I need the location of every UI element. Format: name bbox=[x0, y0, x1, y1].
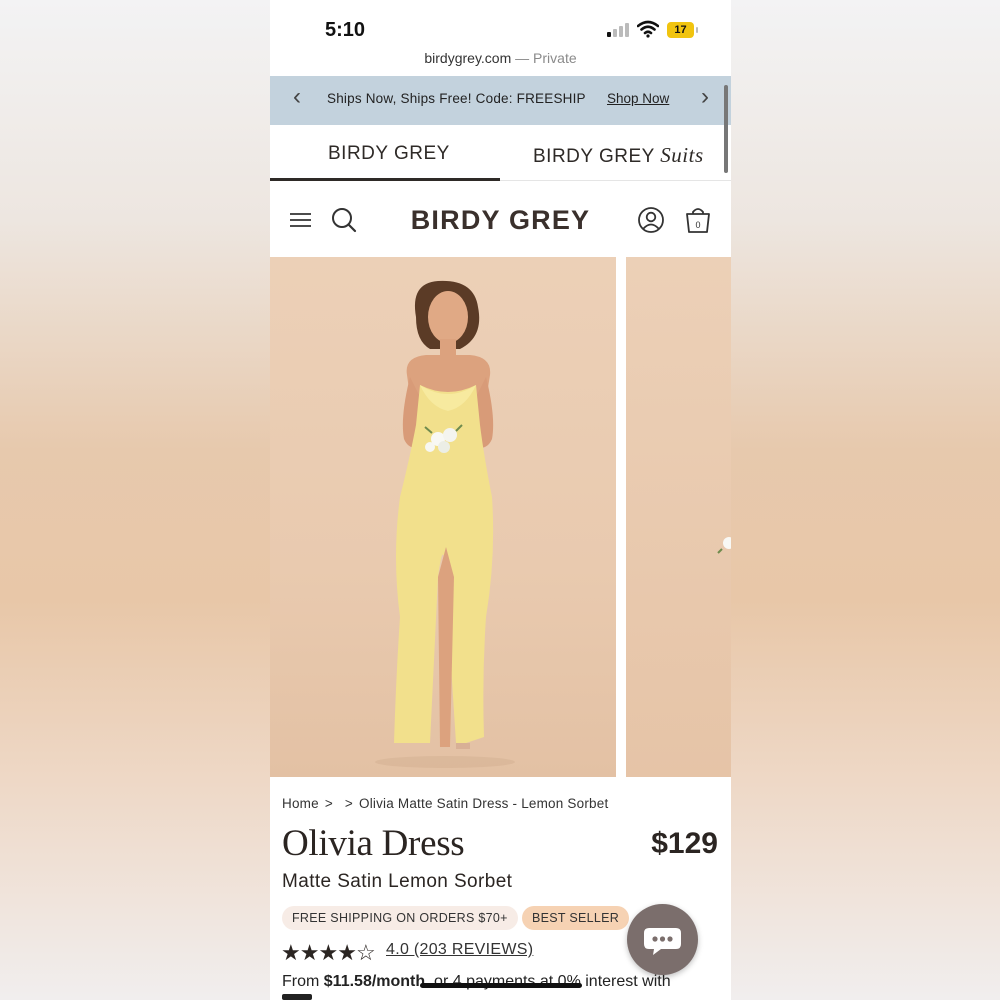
status-bar: 5:10 17 bbox=[270, 0, 731, 45]
product-gallery[interactable] bbox=[270, 257, 731, 777]
product-subtitle: Matte Satin Lemon Sorbet bbox=[282, 871, 513, 892]
reviews-link[interactable]: 4.0 (203 REVIEWS) bbox=[386, 941, 533, 959]
rating-stars[interactable]: ★★★★☆ bbox=[281, 940, 376, 966]
tab-birdy-grey-suits[interactable]: BIRDY GREY Suits bbox=[533, 143, 704, 168]
free-shipping-badge: FREE SHIPPING ON ORDERS $70+ bbox=[282, 906, 518, 930]
installment-prefix: From bbox=[282, 973, 324, 990]
breadcrumb-current: Olivia Matte Satin Dress - Lemon Sorbet bbox=[359, 796, 609, 811]
wifi-icon bbox=[637, 20, 659, 38]
active-tab-indicator bbox=[270, 178, 500, 181]
promo-banner: ‹ Ships Now, Ships Free! Code: FREESHIP … bbox=[270, 76, 731, 125]
star-filled-icon: ★ bbox=[318, 940, 338, 965]
promo-next-icon[interactable]: › bbox=[695, 85, 715, 110]
cellular-signal-icon bbox=[607, 23, 631, 37]
breadcrumb-separator: > bbox=[324, 796, 333, 811]
breadcrumb-separator: > bbox=[344, 796, 353, 811]
model-in-yellow-dress-illustration bbox=[375, 280, 515, 768]
best-seller-badge: BEST SELLER bbox=[522, 906, 630, 930]
tab-suits-label: BIRDY GREY bbox=[533, 146, 655, 167]
promo-text: Ships Now, Ships Free! Code: FREESHIP bbox=[327, 91, 586, 106]
cart-count: 0 bbox=[695, 220, 700, 230]
tab-birdy-grey-label: BIRDY GREY bbox=[328, 143, 450, 164]
product-title: Olivia Dress bbox=[282, 823, 465, 864]
tab-birdy-grey[interactable]: BIRDY GREY bbox=[328, 143, 450, 165]
star-empty-icon: ☆ bbox=[355, 940, 376, 965]
installment-amount: $11.58/month bbox=[323, 973, 426, 990]
product-price: $129 bbox=[651, 827, 718, 860]
battery-icon: 17 bbox=[667, 22, 698, 38]
site-header: BIRDY GREY 0 bbox=[270, 188, 731, 254]
address-bar[interactable]: birdygrey.com — Private bbox=[270, 50, 731, 66]
cart-icon[interactable]: 0 bbox=[683, 205, 713, 235]
promo-prev-icon[interactable]: ‹ bbox=[287, 85, 307, 110]
breadcrumb: Home > > Olivia Matte Satin Dress - Lemon S… bbox=[282, 796, 608, 811]
star-filled-icon: ★ bbox=[299, 940, 320, 965]
breadcrumb-home[interactable]: Home bbox=[282, 796, 319, 811]
phone-screen: 5:10 17 birdygrey.com — Private ‹ Ships … bbox=[270, 0, 731, 1000]
chat-bubble-icon bbox=[644, 928, 681, 955]
private-label: Private bbox=[533, 50, 577, 66]
star-filled-icon: ★ bbox=[337, 940, 357, 965]
cutoff-text bbox=[282, 994, 312, 1000]
battery-level: 17 bbox=[674, 24, 687, 36]
next-image-peek-illustration bbox=[717, 537, 731, 554]
address-domain: birdygrey.com bbox=[424, 50, 512, 66]
product-image-main[interactable] bbox=[270, 257, 616, 777]
product-image-next[interactable] bbox=[626, 257, 731, 777]
account-icon[interactable] bbox=[636, 205, 666, 235]
home-indicator bbox=[420, 983, 582, 988]
tab-suits-suffix: Suits bbox=[660, 143, 704, 167]
promo-shop-now-link[interactable]: Shop Now bbox=[607, 91, 669, 106]
status-time: 5:10 bbox=[325, 19, 366, 41]
star-filled-icon: ★ bbox=[281, 940, 301, 965]
chat-button[interactable] bbox=[627, 904, 698, 975]
brand-tabs: BIRDY GREY BIRDY GREY Suits bbox=[270, 126, 731, 182]
installment-info: From $11.58/month, or 4 payments at 0% i… bbox=[282, 973, 671, 991]
address-separator: — bbox=[511, 50, 534, 66]
